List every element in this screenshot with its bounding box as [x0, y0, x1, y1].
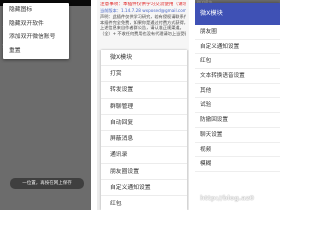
list-item-red-packet[interactable]: 红包 — [101, 195, 187, 210]
toast-message: 一位置，再按在网上保存 — [10, 178, 84, 189]
list-item-experimental[interactable]: 试验 — [195, 98, 280, 114]
screen-3-module-dialog: 微X模块 当前版本：1.14.7.28 wx 声明：此插件仅供学习研 本插件完全… — [195, 0, 280, 210]
list-item-group-management[interactable]: 群聊管理 — [101, 97, 187, 114]
menu-item-hide-icon[interactable]: 隐藏图标 — [3, 4, 69, 18]
list-item-blur[interactable]: 模糊 — [195, 157, 280, 172]
list-item-contacts[interactable]: 通讯录 — [101, 146, 187, 162]
list-item-forward-settings[interactable]: 转发设置 — [101, 81, 187, 97]
screen-2-module-menu: 注意事项：本插件仅供学习交流使用（请勿商用） 当前版本：1.14.7.28 wx… — [97, 0, 189, 210]
notice-text: 注意事项：本插件仅供学习交流使用（请勿商用） 当前版本：1.14.7.28 wx… — [97, 0, 189, 50]
list-item-moments[interactable]: 朋友圈 — [195, 25, 280, 40]
notice-line: （全）+ 不收任何费用也没有代理请勿上当受骗 — [100, 30, 186, 36]
menu-item-reset[interactable]: 重置 — [3, 45, 69, 59]
list-item-text-to-speech[interactable]: 文本转换语音设置 — [195, 69, 280, 84]
list-item-anti-recall[interactable]: 防撤回设置 — [195, 113, 280, 128]
list-item-chat-settings[interactable]: 聊天设置 — [195, 128, 280, 143]
module-dialog: 微X模块 打赏 转发设置 群聊管理 自动回复 屏蔽消息 通讯录 朋友圈设置 自定… — [101, 50, 187, 210]
menu-item-add-dual-account[interactable]: 添加双开微信账号 — [3, 31, 69, 45]
overflow-menu: 隐藏图标 隐藏双开软件 添加双开微信账号 重置 — [3, 3, 69, 59]
list-item-moments-settings[interactable]: 朋友圈设置 — [101, 162, 187, 179]
list-item-red-packet[interactable]: 红包 — [195, 54, 280, 70]
list-item-other[interactable]: 其他 — [195, 84, 280, 99]
notice-line: 上述信息来自作者群公告，请认准正规渠道。 — [100, 25, 184, 31]
list-item-notification-settings[interactable]: 自定义通知设置 — [195, 40, 280, 55]
dialog-title: 微X模块 — [195, 3, 280, 25]
module-dialog: 微X模块 朋友圈 自定义通知设置 红包 文本转换语音设置 其他 试验 防撤回设置… — [195, 3, 280, 210]
dialog-title: 微X模块 — [110, 54, 133, 61]
list-item-notification-settings[interactable]: 自定义通知设置 — [101, 179, 187, 195]
watermark-text: http://blog.az0 — [200, 194, 255, 202]
menu-item-hide-dual-app[interactable]: 隐藏双开软件 — [3, 18, 69, 32]
notice-line: 声明：此插件仅供学习研究，若有侵权请联系作者删除， — [100, 14, 186, 19]
list-item-video[interactable]: 视频 — [195, 143, 280, 158]
list-item-tip[interactable]: 打赏 — [101, 65, 187, 81]
screen-1-settings-menu: 设置 yf 隐藏图标 隐藏双开软件 添加双开微信账号 重置 一位置，再按在网上保… — [0, 0, 91, 210]
list-item-auto-reply[interactable]: 自动回复 — [101, 113, 187, 130]
list-item-block-messages[interactable]: 屏蔽消息 — [101, 130, 187, 146]
